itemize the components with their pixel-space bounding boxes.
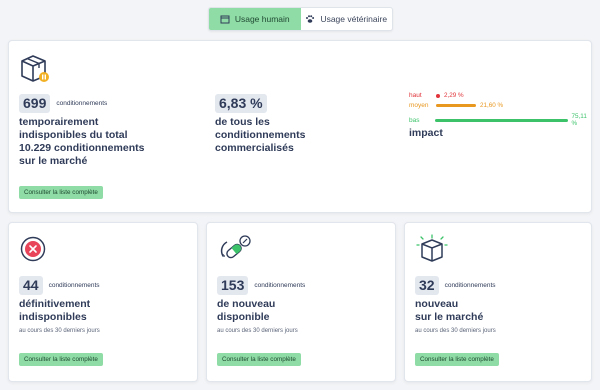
tab-usage-humain-label: Usage humain	[234, 14, 290, 24]
temporary-unavailable-card: 699 conditionnements temporairement indi…	[8, 40, 592, 213]
impact-bar-bas	[434, 118, 568, 122]
definitive-description: définitivement indisponibles	[19, 298, 91, 323]
definitive-count: 44	[19, 276, 43, 295]
temporary-count-unit: conditionnements	[56, 100, 108, 107]
temporary-list-button[interactable]: Consulter la liste complète	[19, 186, 103, 199]
close-circle-icon	[20, 236, 46, 262]
impact-title: impact	[409, 127, 443, 139]
new-market-count-unit: conditionnements	[444, 282, 496, 289]
percent-value: 6,83 %	[215, 94, 267, 113]
box-icon	[220, 15, 230, 24]
definitive-count-unit: conditionnements	[48, 282, 100, 289]
pill-refresh-icon	[220, 235, 251, 259]
new-market-list-button[interactable]: Consulter la liste complète	[415, 353, 499, 366]
temporary-count: 699	[19, 94, 51, 113]
usage-toggle: Usage humain Usage vétérinaire	[208, 7, 393, 31]
impact-bar-moyen	[436, 104, 476, 107]
available-again-card: 153 conditionnements de nouveau disponib…	[206, 222, 396, 382]
new-market-period: au cours des 30 derniers jours	[415, 328, 496, 334]
available-again-count: 153	[217, 276, 249, 295]
percent-description: de tous les conditionnements commerciali…	[215, 116, 306, 154]
impact-row-moyen: moyen 21,60 %	[409, 102, 504, 109]
available-again-description: de nouveau disponible	[217, 298, 276, 323]
available-again-period: au cours des 30 derniers jours	[217, 328, 298, 334]
impact-row-haut: haut 2,29 %	[409, 92, 464, 99]
new-market-card: 32 conditionnements nouveau sur le march…	[404, 222, 592, 382]
impact-row-bas: bas 75,11 %	[409, 113, 587, 127]
definitive-period: au cours des 30 derniers jours	[19, 328, 100, 334]
tab-usage-veterinaire-label: Usage vétérinaire	[320, 14, 388, 24]
paw-icon	[306, 15, 315, 23]
available-again-count-unit: conditionnements	[254, 282, 306, 289]
new-market-count: 32	[415, 276, 439, 295]
new-box-icon	[416, 234, 448, 262]
new-market-description: nouveau sur le marché	[415, 298, 484, 323]
definitive-list-button[interactable]: Consulter la liste complète	[19, 353, 103, 366]
impact-bar-haut	[436, 93, 440, 98]
definitive-unavailable-card: 44 conditionnements définitivement indis…	[8, 222, 198, 382]
available-again-list-button[interactable]: Consulter la liste complète	[217, 353, 301, 366]
box-pause-icon	[21, 55, 49, 82]
tab-usage-humain[interactable]: Usage humain	[209, 8, 301, 30]
tab-usage-veterinaire[interactable]: Usage vétérinaire	[301, 8, 393, 30]
temporary-description: temporairement indisponibles du total 10…	[19, 116, 145, 167]
